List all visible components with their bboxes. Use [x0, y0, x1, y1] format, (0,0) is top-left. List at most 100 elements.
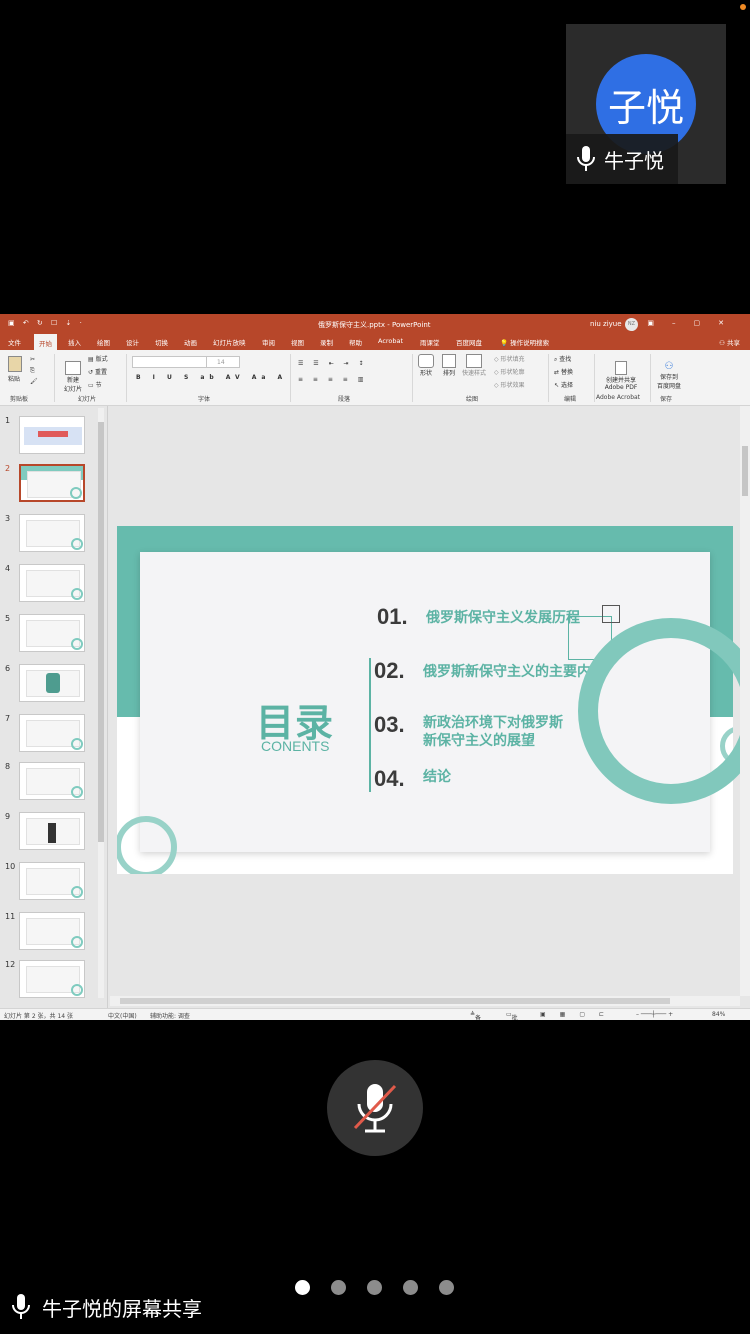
- slide-thumbnail-12[interactable]: [19, 960, 85, 998]
- group-paragraph: 段落: [338, 396, 351, 403]
- tell-me-search[interactable]: 💡 操作说明搜索: [500, 337, 549, 347]
- editor-vertical-scrollbar[interactable]: [740, 406, 750, 996]
- shape-fill-button[interactable]: ◇ 形状填充: [494, 353, 525, 366]
- slide-thumbnail-10[interactable]: [19, 862, 85, 900]
- ribbon: 粘贴 ✂ ⎘ 🖌 剪贴板 新建 幻灯片 ▤ 版式 ↺ 重置 ▭ 节 幻灯片 14 B…: [0, 350, 750, 406]
- tab-design[interactable]: 设计: [126, 337, 139, 347]
- thumb-number: 1: [5, 416, 11, 425]
- zoom-level[interactable]: 84%: [712, 1011, 725, 1018]
- shape-outline-button[interactable]: ◇ 形状轮廓: [494, 366, 525, 379]
- quick-styles-label: 快速样式: [462, 370, 487, 377]
- toc-number[interactable]: 03.: [374, 712, 405, 738]
- slide-subtitle[interactable]: CONENTS: [261, 738, 329, 754]
- baidu-save-label: 保存到 百度网盘: [656, 374, 681, 390]
- group-adobe: Adobe Acrobat: [596, 394, 641, 401]
- reset-button[interactable]: ↺ 重置: [88, 366, 108, 379]
- section-button[interactable]: ▭ 节: [88, 379, 108, 392]
- font-format-buttons[interactable]: B I U S ab AV Aa A: [136, 374, 287, 381]
- thumb-number: 7: [5, 714, 11, 723]
- thumbnail-scrollbar[interactable]: [98, 408, 104, 998]
- slide-thumbnail-1[interactable]: [19, 416, 85, 454]
- zoom-slider[interactable]: – ───┼─── +: [636, 1011, 673, 1018]
- tab-record[interactable]: 录制: [320, 337, 333, 347]
- tab-rain-classroom[interactable]: 雨课堂: [420, 337, 440, 347]
- page-dot[interactable]: [439, 1280, 454, 1295]
- decorative-ring-small: [117, 816, 177, 874]
- participant-tile[interactable]: 子悦 牛子悦: [566, 24, 726, 184]
- tab-slideshow[interactable]: 幻灯片放映: [213, 337, 246, 347]
- slide-thumbnail-4[interactable]: [19, 564, 85, 602]
- share-button[interactable]: ⚇ 共享: [719, 337, 740, 347]
- ribbon-separator: [126, 354, 127, 402]
- arrange-button[interactable]: 排列: [442, 354, 456, 377]
- tab-view[interactable]: 视图: [291, 337, 304, 347]
- tab-draw[interactable]: 绘图: [97, 337, 110, 347]
- slide-thumbnail-3[interactable]: [19, 514, 85, 552]
- toc-number[interactable]: 01.: [377, 604, 408, 630]
- slide-options: ▤ 版式 ↺ 重置 ▭ 节: [88, 353, 108, 392]
- toc-number[interactable]: 04.: [374, 766, 405, 792]
- slide-thumbnail-11[interactable]: [19, 912, 85, 950]
- tab-help[interactable]: 帮助: [349, 337, 362, 347]
- thumb-number: 9: [5, 812, 11, 821]
- accessibility-status[interactable]: 辅助功能: 调查: [150, 1011, 190, 1020]
- slide-thumbnail-7[interactable]: [19, 714, 85, 752]
- page-dot[interactable]: [295, 1280, 310, 1295]
- toc-item[interactable]: 俄罗斯新保守主义的主要内容: [423, 663, 605, 681]
- user-avatar[interactable]: NZ: [625, 318, 638, 331]
- group-clipboard: 剪贴板: [10, 396, 29, 403]
- editor-scroll-thumb[interactable]: [742, 446, 748, 496]
- tab-animations[interactable]: 动画: [184, 337, 197, 347]
- view-buttons[interactable]: ▣▦▢⊏: [540, 1011, 618, 1018]
- language-indicator[interactable]: 中文(中国): [108, 1011, 137, 1020]
- adobe-create-pdf-button[interactable]: 创建并共享 Adobe PDF: [600, 354, 642, 398]
- tab-baidu-netdisk[interactable]: 百度网盘: [456, 337, 482, 347]
- notes-button[interactable]: ≜ 备注: [470, 1011, 481, 1020]
- slide-thumbnail-9[interactable]: [19, 812, 85, 850]
- tab-acrobat[interactable]: Acrobat: [378, 337, 403, 345]
- tab-insert[interactable]: 插入: [68, 337, 81, 347]
- slide-thumbnail-5[interactable]: [19, 614, 85, 652]
- slide-thumbnail-2[interactable]: [19, 464, 85, 502]
- toc-number[interactable]: 02.: [374, 658, 405, 684]
- screen-share-text: 牛子悦的屏幕共享: [42, 1296, 202, 1321]
- page-dot[interactable]: [331, 1280, 346, 1295]
- clipboard-small-buttons[interactable]: ✂ ⎘ 🖌: [30, 354, 38, 387]
- paste-button[interactable]: 粘贴: [8, 356, 22, 383]
- slide-thumbnail-8[interactable]: [19, 762, 85, 800]
- page-dot[interactable]: [367, 1280, 382, 1295]
- tab-review[interactable]: 审阅: [262, 337, 275, 347]
- thumbnail-scroll-thumb[interactable]: [98, 422, 104, 842]
- quick-styles-button[interactable]: 快速样式: [462, 354, 486, 377]
- shape-button[interactable]: 形状: [418, 354, 434, 377]
- slide-thumbnail-pane: 1 2 3 4 5 6 7 8 9 10 11 12: [0, 406, 108, 1010]
- shared-screen[interactable]: ▣ ↶ ↻ ☐ ⇣ · 俄罗斯保守主义.pptx - PowerPoint ni…: [0, 314, 750, 1020]
- select-button[interactable]: ↖ 选择: [554, 379, 573, 392]
- comments-button[interactable]: ▭ 批注: [506, 1011, 518, 1020]
- slide-thumbnail-6[interactable]: [19, 664, 85, 702]
- shape-fill-label: 形状填充: [500, 356, 525, 363]
- find-button[interactable]: ⌕ 查找: [554, 353, 573, 366]
- editor-horizontal-scrollbar[interactable]: [110, 996, 740, 1006]
- editor-hscroll-thumb[interactable]: [120, 998, 670, 1004]
- tab-transitions[interactable]: 切换: [155, 337, 168, 347]
- toc-item[interactable]: 俄罗斯保守主义发展历程: [426, 609, 580, 627]
- page-dot[interactable]: [403, 1280, 418, 1295]
- baidu-save-button[interactable]: ⚇ 保存到 百度网盘: [654, 354, 684, 397]
- tab-file[interactable]: 文件: [8, 337, 21, 347]
- font-size-box[interactable]: 14: [206, 356, 240, 368]
- quick-access-toolbar[interactable]: ▣ ↶ ↻ ☐ ⇣ ·: [8, 319, 85, 327]
- layout-button[interactable]: ▤ 版式: [88, 353, 108, 366]
- paragraph-buttons[interactable]: ☰ ☰ ⇤ ⇥ ↕ ≡ ≡ ≡ ≡ ▥: [298, 356, 367, 388]
- replace-button[interactable]: ⇄ 替换: [554, 366, 573, 379]
- toc-item[interactable]: 新政治环境下对俄罗斯 新保守主义的展望: [423, 714, 563, 750]
- new-slide-label: 新建 幻灯片: [63, 377, 82, 393]
- tab-home[interactable]: 开始: [34, 334, 57, 350]
- thumb-ring: [70, 487, 82, 499]
- ribbon-separator: [290, 354, 291, 402]
- ribbon-tabs: 文件 开始 插入 绘图 设计 切换 动画 幻灯片放映 审阅 视图 录制 帮助 A…: [0, 334, 750, 350]
- toc-item[interactable]: 结论: [423, 768, 451, 786]
- window-controls[interactable]: ▣–▢✕: [647, 319, 742, 327]
- mute-button[interactable]: [327, 1060, 423, 1156]
- shape-effects-button[interactable]: ◇ 形状效果: [494, 379, 525, 392]
